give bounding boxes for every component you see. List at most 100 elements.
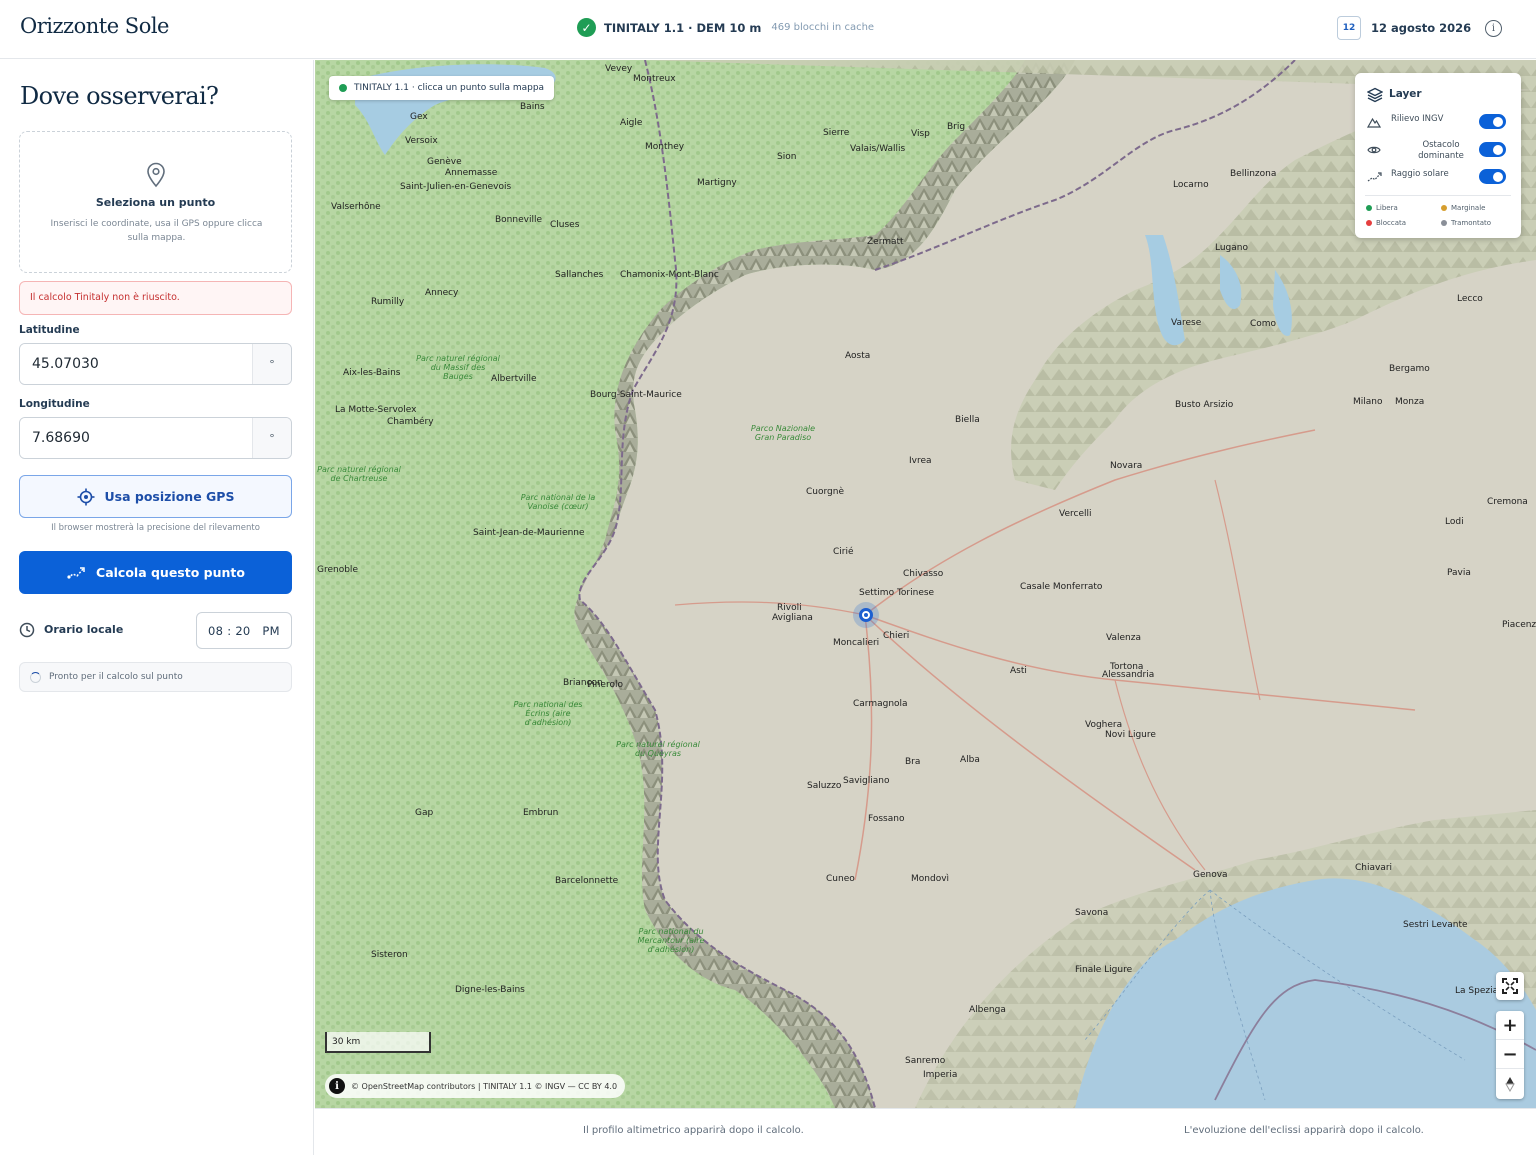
map-place-label: Lecco: [1457, 294, 1483, 304]
map-place-label: Embrun: [523, 808, 559, 818]
map-place-label: Chieri: [883, 631, 910, 641]
map-place-label: Aigle: [620, 118, 643, 128]
map-place-label: Montreux: [633, 74, 676, 84]
zoom-in-button[interactable]: +: [1496, 1011, 1524, 1040]
map-place-label: Piacenza: [1502, 620, 1536, 630]
reset-north-button[interactable]: [1496, 1069, 1524, 1098]
calculation-status: Pronto per il calcolo sul punto: [19, 662, 292, 692]
map-place-label: Chiavari: [1355, 863, 1393, 873]
map-place-label: Cirié: [833, 547, 854, 557]
map-place-label: Bains: [520, 102, 545, 112]
calculate-button[interactable]: Calcola questo punto: [19, 551, 292, 594]
fullscreen-icon: [1502, 978, 1518, 994]
layer-name: Raggio solare: [1391, 169, 1449, 179]
map-view[interactable]: Vevey Montreux Bains Gex Versoix Genève Annema…: [315, 60, 1536, 1108]
eye-icon: [1367, 146, 1381, 154]
use-gps-button[interactable]: Usa posizione GPS: [19, 475, 292, 518]
layer-panel-title: Layer: [1389, 88, 1422, 100]
date-picker[interactable]: 12 12 agosto 2026: [1337, 16, 1471, 40]
map-place-label: Valenza: [1106, 633, 1141, 643]
layers-icon: [1367, 87, 1383, 103]
map-place-label: Valserhône: [331, 202, 381, 212]
map-place-label: Bourg-Saint-Maurice: [590, 390, 682, 400]
layer-row-relief[interactable]: Rilievo INGV: [1365, 111, 1513, 133]
calculation-status-text: Pronto per il calcolo sul punto: [49, 672, 183, 682]
divider: [1365, 195, 1511, 196]
map-place-label: Chamonix-Mont-Blanc: [620, 270, 719, 280]
map-place-label: Versoix: [405, 136, 438, 146]
results-footer: Il profilo altimetrico apparirà dopo il …: [315, 1108, 1536, 1155]
legend-label: Bloccata: [1376, 219, 1407, 227]
map-place-label: Annemasse: [445, 168, 498, 178]
legend-set: Tramontato: [1441, 219, 1491, 227]
map-place-label: Bergamo: [1389, 364, 1430, 374]
map-place-label: Bonneville: [495, 215, 542, 225]
info-icon[interactable]: i: [1485, 20, 1502, 37]
spinner-icon: [30, 671, 41, 683]
local-time-input[interactable]: 08 : 20 PM: [196, 612, 292, 649]
legend-dot: [1441, 205, 1447, 211]
map-place-label: Martigny: [697, 178, 737, 188]
legend-dot: [1366, 205, 1372, 211]
map-place-label: Rumilly: [371, 297, 405, 307]
map-place-label: Cuorgnè: [806, 487, 844, 497]
legend-label: Tramontato: [1451, 219, 1492, 227]
map-place-label: Parco Nazionale Gran Paradiso: [750, 424, 816, 442]
dem-status: ✓ TINITALY 1.1 · DEM 10 m 469 blocchi in…: [577, 18, 874, 37]
map-place-label: Fossano: [868, 814, 905, 824]
select-point-description: Inserisci le coordinate, usa il GPS oppu…: [50, 219, 263, 243]
map-place-label: Casale Monferrato: [1020, 582, 1103, 592]
map-place-label: Barcelonnette: [555, 876, 619, 886]
attribution-info-icon[interactable]: i: [329, 1078, 345, 1094]
zoom-out-button[interactable]: −: [1496, 1040, 1524, 1069]
layer-toggle-sunray[interactable]: [1479, 169, 1506, 184]
gps-hint: Il browser mostrerà la precisione del ri…: [51, 523, 260, 533]
zoom-controls: + −: [1496, 1011, 1524, 1099]
map-place-label: Vevey: [605, 64, 633, 74]
map-place-label: Pinerolo: [587, 680, 623, 690]
legend-dot: [1366, 220, 1372, 226]
page-title: Dove osserverai?: [20, 82, 219, 110]
map-place-label: Avigliana: [772, 613, 813, 623]
local-time-row: Orario locale 08 : 20 PM: [19, 612, 292, 649]
cache-count: 469 blocchi in cache: [771, 22, 875, 33]
layer-toggle-relief[interactable]: [1479, 114, 1506, 129]
compass-icon: [1505, 1076, 1515, 1092]
map-place-label: Ivrea: [909, 456, 932, 466]
legend-label: Libera: [1376, 204, 1398, 212]
map-place-label: Asti: [1010, 666, 1027, 676]
map-place-label: Settimo Torinese: [859, 588, 935, 598]
layer-row-sunray[interactable]: Raggio solare: [1365, 166, 1513, 188]
latitude-input[interactable]: [20, 344, 252, 384]
map-place-label: La Spezia: [1455, 986, 1499, 996]
map-place-label: Valais/Wallis: [850, 144, 906, 154]
map-place-label: Zermatt: [867, 237, 904, 247]
app-brand[interactable]: Orizzonte Sole: [20, 14, 169, 38]
longitude-input[interactable]: [20, 418, 252, 458]
layer-row-obstacle[interactable]: Ostacolo dominante: [1365, 137, 1513, 165]
status-dot-icon: [339, 84, 347, 92]
map-place-label: Monthey: [645, 142, 685, 152]
selected-point-marker[interactable]: [853, 602, 879, 628]
fullscreen-button[interactable]: [1496, 972, 1524, 1000]
map-place-label: Sierre: [823, 128, 850, 138]
layer-toggle-obstacle[interactable]: [1479, 142, 1506, 157]
select-point-card: Seleziona un punto Inserisci le coordina…: [19, 131, 292, 273]
legend-blocked: Bloccata: [1366, 219, 1406, 227]
map-place-label: Cremona: [1487, 497, 1528, 507]
map-place-label: Pavia: [1447, 568, 1471, 578]
sun-ray-icon: [67, 566, 85, 579]
map-place-label: Como: [1250, 319, 1277, 329]
map-place-label: Bra: [905, 757, 921, 767]
map-place-label: Brig: [947, 122, 966, 132]
eclipse-placeholder: L'evoluzione dell'eclissi apparirà dopo …: [1184, 1125, 1424, 1136]
error-message: Il calcolo Tinitaly non è riuscito.: [19, 281, 292, 315]
clock-icon: [19, 622, 35, 638]
mountain-icon: [1367, 117, 1381, 128]
map-place-label: Saint-Julien-en-Genevois: [400, 182, 512, 192]
map-place-label: Novara: [1110, 461, 1143, 471]
sun-ray-icon: [1367, 172, 1382, 182]
legend-label: Marginale: [1451, 204, 1486, 212]
map-place-label: Gap: [415, 808, 434, 818]
calculate-label: Calcola questo punto: [96, 565, 245, 580]
